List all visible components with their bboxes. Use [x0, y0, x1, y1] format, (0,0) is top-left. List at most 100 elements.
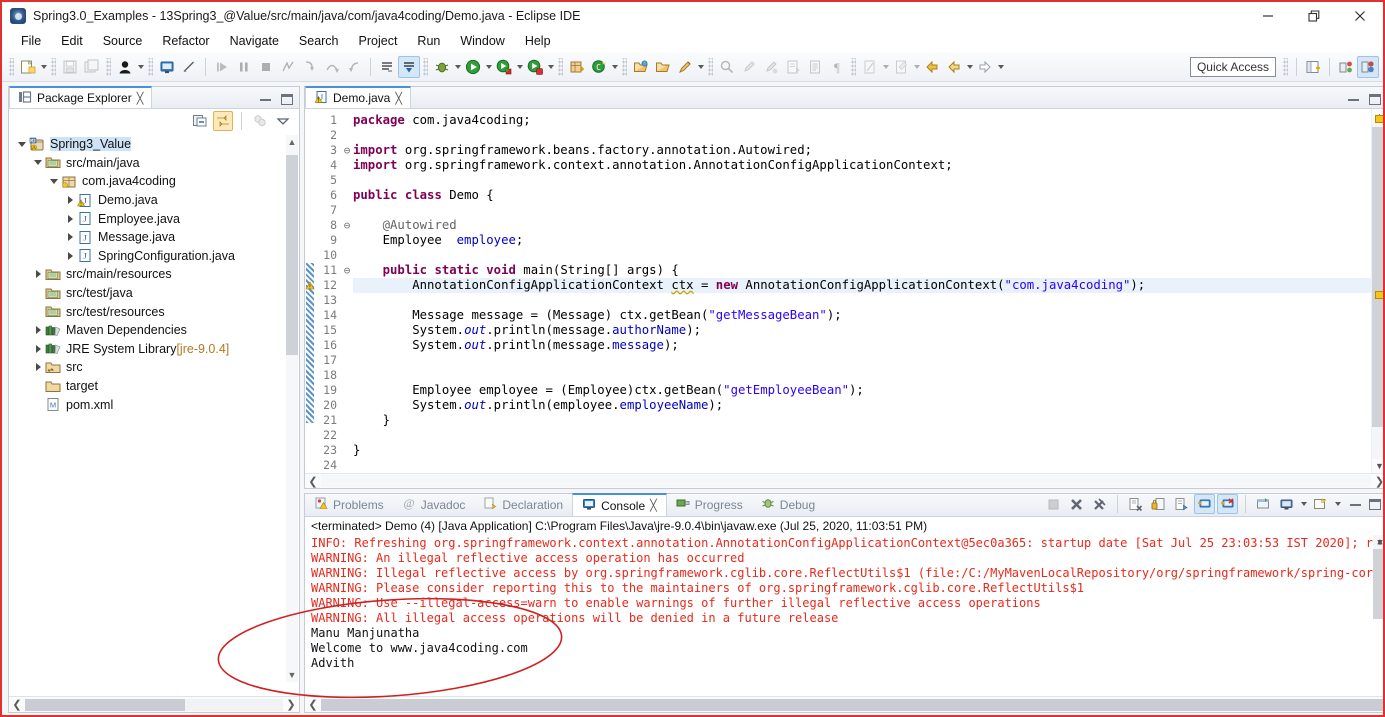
close-icon[interactable]: ╳: [395, 92, 402, 105]
code-line[interactable]: public class Demo {: [353, 188, 1371, 203]
code-line[interactable]: System.out.println(employee.employeeName…: [353, 398, 1371, 413]
toggle-block-selection-icon[interactable]: [859, 56, 881, 78]
tree-item-jre-system-library[interactable]: JRE System Library [jre-9.0.4]: [9, 340, 299, 359]
tree-item-src-test-java[interactable]: src/test/java: [9, 284, 299, 303]
tab-declaration[interactable]: Declaration: [474, 493, 572, 516]
minimize-button[interactable]: [1245, 2, 1291, 30]
menu-navigate[interactable]: Navigate: [221, 32, 288, 50]
highlight-icon[interactable]: [674, 56, 696, 78]
tree-item-target[interactable]: target: [9, 377, 299, 396]
scroll-left-icon[interactable]: ❮: [9, 698, 25, 711]
scroll-lock-icon[interactable]: [1148, 494, 1169, 514]
code-line[interactable]: import org.springframework.beans.factory…: [353, 143, 1371, 158]
scroll-down-icon[interactable]: ▼: [286, 668, 298, 682]
step-over-icon[interactable]: [321, 56, 343, 78]
fold-collapse-icon[interactable]: ⊖: [341, 143, 353, 158]
back-history-icon[interactable]: [943, 56, 965, 78]
code-line[interactable]: }: [353, 443, 1371, 458]
maximize-icon[interactable]: [1369, 94, 1382, 105]
editor-marker-gutter[interactable]: !: [305, 109, 315, 473]
code-line[interactable]: AnnotationConfigApplicationContext ctx =…: [353, 278, 1372, 293]
code-line[interactable]: Employee employee = (Employee)ctx.getBea…: [353, 383, 1371, 398]
tree-horizontal-scrollbar[interactable]: ❮ ❯: [9, 696, 299, 712]
menu-source[interactable]: Source: [94, 32, 152, 50]
pilcrow-icon[interactable]: ¶: [826, 56, 848, 78]
maximize-icon[interactable]: [281, 94, 293, 105]
last-edit-location-icon[interactable]: [890, 56, 912, 78]
tab-debug[interactable]: Debug: [752, 493, 824, 516]
tab-package-explorer[interactable]: Package Explorer ╳: [9, 86, 153, 108]
display-selected-console-icon[interactable]: [1276, 494, 1297, 514]
hscroll-thumb[interactable]: [25, 698, 185, 711]
restore-button[interactable]: [1291, 2, 1337, 30]
chevron-down-icon[interactable]: [31, 160, 45, 165]
code-line[interactable]: System.out.println(message.authorName);: [353, 323, 1371, 338]
coverage-icon[interactable]: [524, 56, 546, 78]
hscroll-thumb[interactable]: [321, 698, 1383, 711]
forward-icon[interactable]: [974, 56, 996, 78]
menu-project[interactable]: Project: [350, 32, 407, 50]
project-tree[interactable]: MJ ⚠ Spring3_Value src/main/java com.java4co…: [9, 133, 299, 696]
tree-item-spring3-value[interactable]: MJ ⚠ Spring3_Value: [9, 135, 299, 154]
new-wizard-icon[interactable]: [17, 56, 39, 78]
menu-refactor[interactable]: Refactor: [153, 32, 218, 50]
toggle-link-icon[interactable]: [178, 56, 200, 78]
fold-collapse-icon[interactable]: ⊖: [341, 263, 353, 278]
chevron-right-icon[interactable]: [31, 363, 45, 371]
scroll-down-icon[interactable]: ▼: [1373, 536, 1383, 550]
code-line[interactable]: }: [353, 413, 1371, 428]
tab-progress[interactable]: Progress: [667, 493, 752, 516]
close-icon[interactable]: ╳: [650, 499, 657, 512]
save-all-icon[interactable]: [81, 56, 103, 78]
editor-horizontal-scrollbar[interactable]: ❮ ❯: [305, 473, 1383, 488]
scroll-left-icon[interactable]: ❮: [305, 475, 321, 488]
next-annotation-icon[interactable]: [398, 55, 420, 78]
skip-breakpoints-icon[interactable]: [376, 56, 398, 78]
code-line[interactable]: Message message = (Message) ctx.getBean(…: [353, 308, 1371, 323]
chevron-right-icon[interactable]: [63, 215, 77, 223]
chevron-right-icon[interactable]: [31, 326, 45, 334]
menu-run[interactable]: Run: [408, 32, 449, 50]
run-icon[interactable]: [462, 56, 484, 78]
open-task-icon[interactable]: [652, 56, 674, 78]
tree-item-maven-dependencies[interactable]: Maven Dependencies: [9, 321, 299, 340]
view-menu-icon[interactable]: [273, 111, 293, 131]
tree-item-src-main-resources[interactable]: src/main/resources: [9, 265, 299, 284]
remove-all-terminated-icon[interactable]: [1089, 494, 1110, 514]
fold-collapse-icon[interactable]: ⊖: [341, 218, 353, 233]
code-line[interactable]: System.out.println(message.message);: [353, 338, 1371, 353]
java-ee-perspective-icon[interactable]: [1357, 55, 1379, 78]
menu-help[interactable]: Help: [516, 32, 560, 50]
display-console-dropdown-icon[interactable]: [1299, 493, 1308, 515]
new-java-project-icon[interactable]: [566, 56, 588, 78]
scrollbar-thumb[interactable]: [1372, 127, 1383, 427]
collapse-all-icon[interactable]: [190, 111, 210, 131]
link-with-editor-icon[interactable]: [213, 111, 233, 131]
open-perspective-icon[interactable]: [1302, 56, 1324, 78]
code-line[interactable]: package com.java4coding;: [353, 113, 1371, 128]
word-wrap-icon[interactable]: [1171, 494, 1192, 514]
hscroll-track[interactable]: [321, 698, 1383, 711]
maximize-icon[interactable]: [1369, 498, 1382, 510]
forward-dropdown-icon[interactable]: [996, 56, 1005, 78]
suspend-icon[interactable]: [233, 56, 255, 78]
tree-item-src-main-java[interactable]: src/main/java: [9, 154, 299, 173]
back-dropdown-icon[interactable]: [965, 56, 974, 78]
code-line[interactable]: [353, 173, 1371, 188]
code-line[interactable]: [353, 203, 1371, 218]
tree-item-employee-java[interactable]: J Employee.java: [9, 209, 299, 228]
show-console-on-error-icon[interactable]: [1217, 494, 1239, 514]
open-console-icon[interactable]: [1310, 494, 1331, 514]
hscroll-track[interactable]: [25, 698, 283, 711]
resume-icon[interactable]: [211, 56, 233, 78]
open-type-icon[interactable]: [630, 56, 652, 78]
chevron-down-icon[interactable]: [15, 142, 29, 147]
chevron-right-icon[interactable]: [63, 196, 77, 204]
tree-item-message-java[interactable]: J Message.java: [9, 228, 299, 247]
open-task-list-icon[interactable]: [782, 56, 804, 78]
chevron-right-icon[interactable]: [31, 270, 45, 278]
search-icon[interactable]: [716, 56, 738, 78]
debug-icon[interactable]: [431, 56, 453, 78]
new-wizard-dropdown-icon[interactable]: [39, 56, 48, 78]
next-edit-icon[interactable]: [760, 56, 782, 78]
